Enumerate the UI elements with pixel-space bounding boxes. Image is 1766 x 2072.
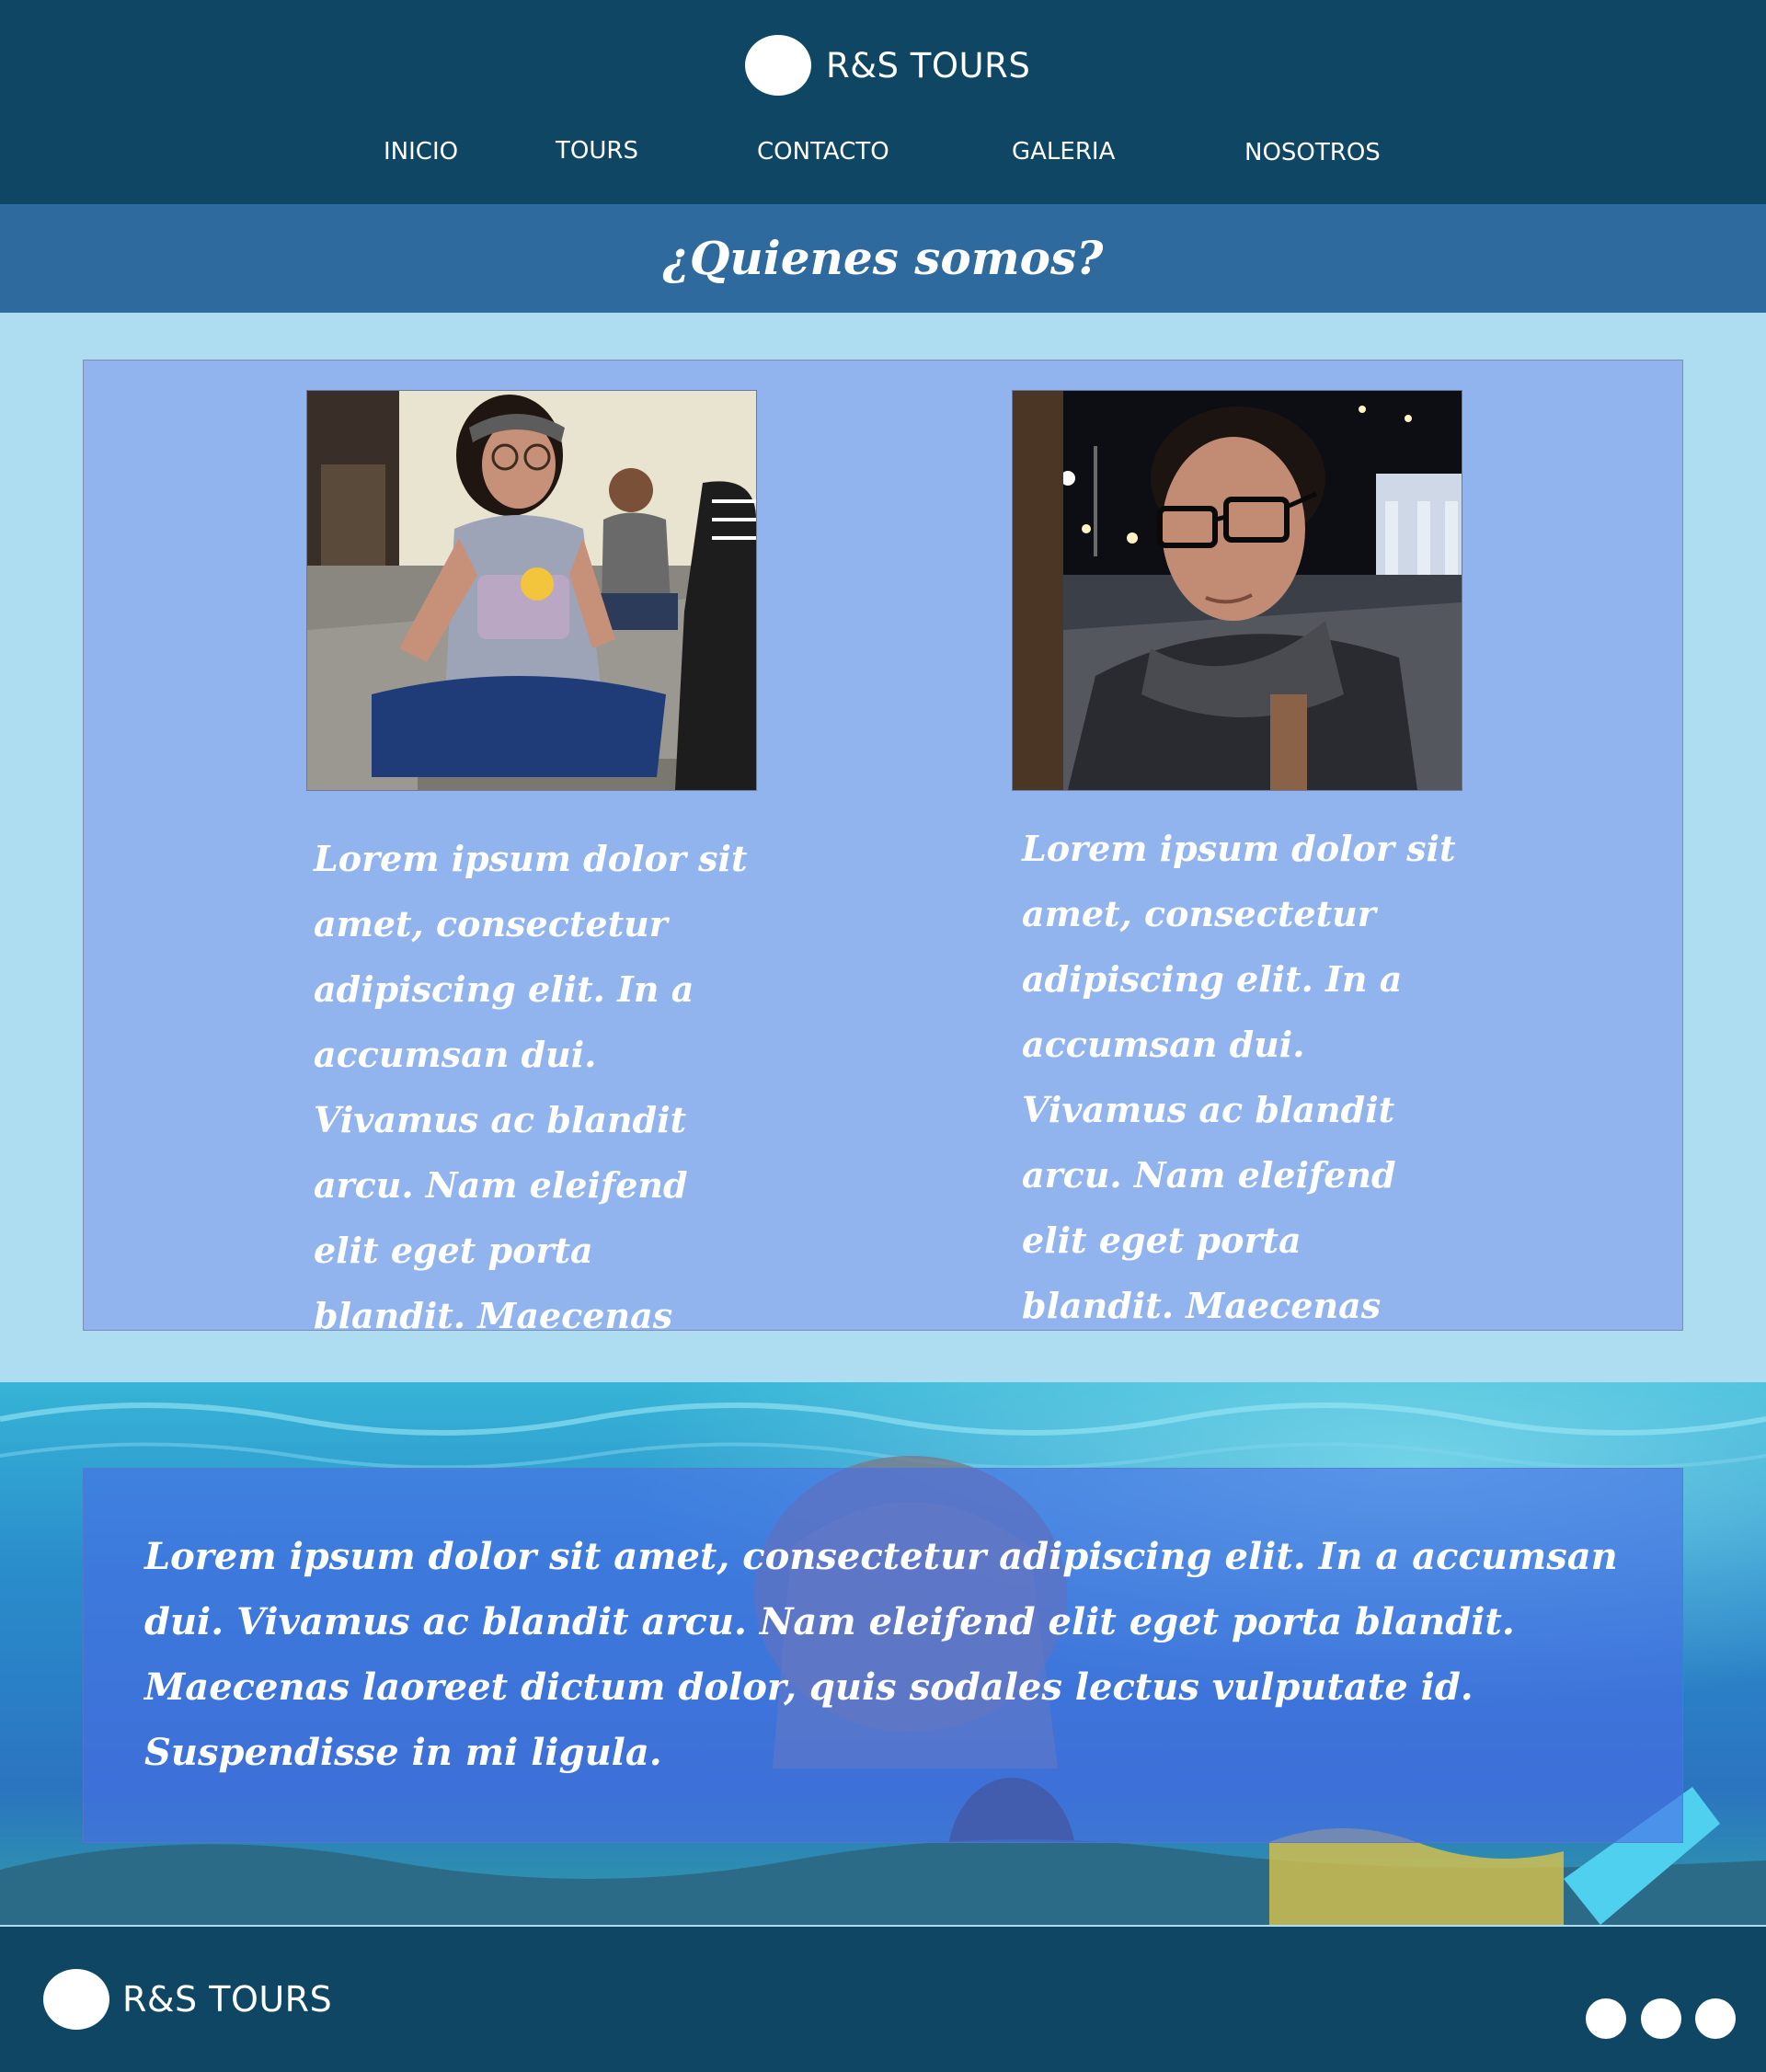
social-icon-1[interactable]: [1586, 1998, 1626, 2039]
logo-icon: [43, 1969, 109, 2030]
footer-brand-name: R&S TOURS: [122, 1979, 333, 2020]
site-footer: R&S TOURS: [0, 1927, 1766, 2072]
footer-logo[interactable]: R&S TOURS: [43, 1968, 332, 2031]
nav-item-galeria[interactable]: GALERIA: [1012, 138, 1115, 166]
ocean-banner: Lorem ipsum dolor sit amet, consectetur …: [0, 1382, 1766, 1925]
nav-item-contacto[interactable]: CONTACTO: [757, 138, 889, 166]
member-photo-1-image: [307, 391, 756, 790]
member-bio-2: Lorem ipsum dolor sit amet, consectetur …: [1022, 828, 1456, 1326]
banner-text: Lorem ipsum dolor sit amet, consectetur …: [144, 1535, 1618, 1774]
header-logo[interactable]: R&S TOURS: [745, 34, 1030, 97]
site-header: R&S TOURS INICIO TOURS CONTACTO GALERIA …: [0, 0, 1766, 204]
page-title: ¿Quienes somos?: [662, 231, 1104, 285]
member-photo-2-image: [1013, 391, 1462, 790]
section-title-bar: ¿Quienes somos?: [0, 204, 1766, 313]
nav-item-nosotros[interactable]: NOSOTROS: [1244, 139, 1381, 166]
ocean-text-card: Lorem ipsum dolor sit amet, consectetur …: [83, 1468, 1683, 1843]
team-card: Lorem ipsum dolor sit amet, consectetur …: [83, 360, 1683, 1336]
member-bio-1: Lorem ipsum dolor sit amet, consectetur …: [314, 838, 748, 1336]
nav-item-tours[interactable]: TOURS: [556, 137, 638, 165]
logo-icon: [745, 35, 811, 96]
nav-item-inicio[interactable]: INICIO: [384, 138, 458, 166]
social-icon-3[interactable]: [1695, 1998, 1736, 2039]
brand-name: R&S TOURS: [826, 45, 1031, 86]
member-photo-2: [1012, 390, 1462, 791]
social-icon-2[interactable]: [1641, 1998, 1681, 2039]
member-photo-1: [306, 390, 757, 791]
